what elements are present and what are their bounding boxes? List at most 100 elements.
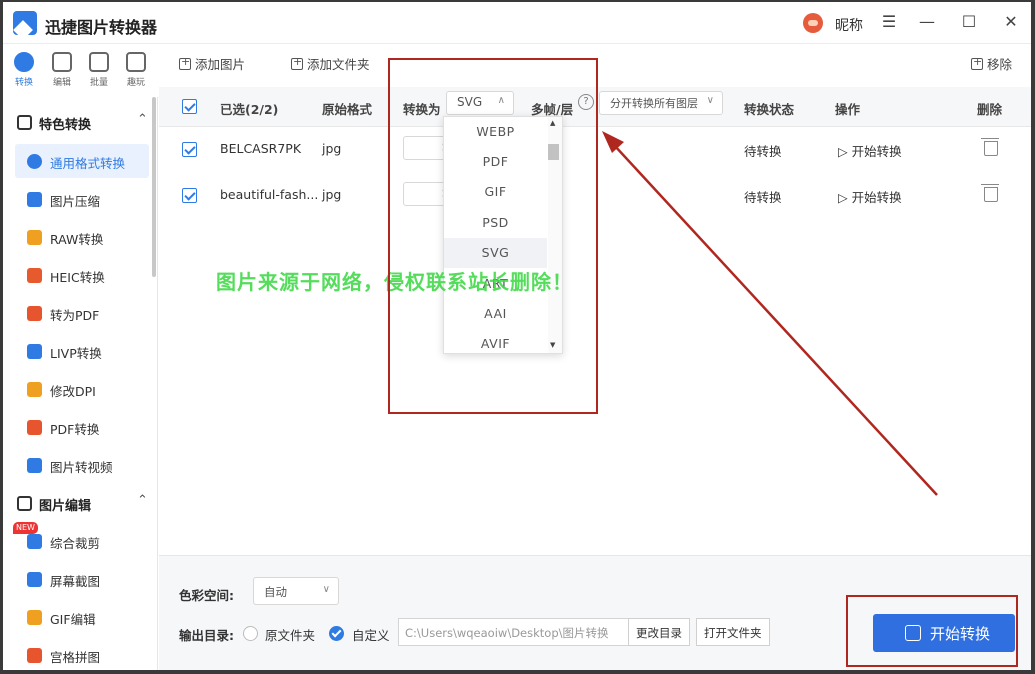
play-icon: ▷ — [838, 144, 852, 159]
gif-icon — [27, 610, 42, 625]
title-bar: 迅捷图片转换器 昵称 ☰ — ☐ ✕ — [3, 2, 1031, 44]
section-label: 特色转换 — [39, 118, 92, 133]
section-label: 图片编辑 — [39, 499, 92, 514]
sidebar-item-label: PDF转换 — [50, 422, 100, 437]
select-all-checkbox[interactable] — [182, 99, 197, 114]
header-orig-format: 原始格式 — [322, 102, 373, 117]
section-feature-convert[interactable]: 特色转换 ⌃ — [17, 112, 148, 134]
sidebar-item-label: HEIC转换 — [50, 270, 105, 285]
sidebar-item-gif[interactable]: GIF编辑 — [15, 600, 149, 634]
custom-folder-radio[interactable] — [329, 626, 344, 641]
color-space-select[interactable]: 自动 ∨ — [253, 577, 339, 605]
sidebar-item-screenshot[interactable]: 屏幕截图 — [15, 562, 149, 596]
sidebar-scrollbar[interactable] — [152, 97, 156, 277]
sidebar-item-to-pdf[interactable]: 转为PDF — [15, 296, 149, 330]
header-status: 转换状态 — [744, 102, 795, 117]
header-delete: 删除 — [977, 102, 1003, 117]
nickname[interactable]: 昵称 — [835, 15, 863, 35]
row-checkbox[interactable] — [182, 142, 197, 157]
edit-icon — [52, 52, 72, 72]
app-title: 迅捷图片转换器 — [45, 18, 158, 37]
add-folder-button[interactable]: 添加文件夹 — [291, 54, 370, 73]
header-action: 操作 — [835, 102, 861, 117]
sidebar-item-label: 通用格式转换 — [50, 156, 126, 171]
add-icon — [179, 55, 191, 70]
tab-convert-label: 转换 — [14, 78, 33, 88]
menu-icon[interactable]: ☰ — [879, 12, 899, 32]
sidebar-item-label: 转为PDF — [50, 308, 100, 323]
sidebar-item-label: 综合裁剪 — [50, 536, 101, 551]
pdf-convert-icon — [27, 420, 42, 435]
pdf-icon — [27, 306, 42, 321]
original-folder-radio[interactable] — [243, 626, 258, 641]
tab-edit[interactable]: 编辑 — [45, 52, 79, 88]
annotation-box-convert — [846, 595, 1018, 667]
sidebar-item-to-video[interactable]: 图片转视频 — [15, 448, 149, 482]
remove-label: 移除 — [987, 57, 1013, 72]
chevron-up-icon[interactable]: ⌃ — [137, 112, 148, 127]
header-selected: 已选(2/2) — [220, 102, 279, 117]
livp-icon — [27, 344, 42, 359]
minimize-icon[interactable]: — — [917, 12, 937, 32]
sidebar-item-compress[interactable]: 图片压缩 — [15, 182, 149, 216]
sidebar-item-label: GIF编辑 — [50, 612, 96, 627]
section-image-edit[interactable]: 图片编辑 ⌃ — [17, 493, 148, 515]
sidebar-item-label: LIVP转换 — [50, 346, 102, 361]
batch-icon — [89, 52, 109, 72]
color-space-label: 色彩空间: — [179, 588, 234, 603]
row-start-button[interactable]: ▷ 开始转换 — [838, 141, 902, 160]
file-format: jpg — [322, 141, 342, 156]
avatar[interactable] — [803, 13, 823, 33]
feature-convert-icon — [17, 115, 32, 130]
output-dir-label: 输出目录: — [179, 628, 234, 643]
sidebar-item-raw[interactable]: RAW转换 — [15, 220, 149, 254]
row-delete-icon[interactable] — [981, 138, 999, 156]
maximize-icon[interactable]: ☐ — [959, 12, 979, 32]
original-folder-label[interactable]: 原文件夹 — [265, 625, 315, 644]
open-folder-button[interactable]: 打开文件夹 — [696, 618, 770, 646]
row-delete-icon[interactable] — [981, 184, 999, 202]
output-path-field[interactable]: C:\Users\wqeaoiw\Desktop\图片转换 — [398, 618, 632, 646]
multiframe-select[interactable]: 分开转换所有图层 ∨ — [599, 91, 723, 115]
trash-icon — [971, 55, 983, 70]
custom-folder-label[interactable]: 自定义 — [352, 625, 390, 644]
sidebar-item-heic[interactable]: HEIC转换 — [15, 258, 149, 292]
tab-fun[interactable]: 趣玩 — [119, 52, 153, 88]
sidebar-item-dpi[interactable]: 修改DPI — [15, 372, 149, 406]
sidebar-item-label: RAW转换 — [50, 232, 104, 247]
sidebar-item-pdf-convert[interactable]: PDF转换 — [15, 410, 149, 444]
play-icon: ▷ — [838, 190, 852, 205]
sidebar-item-label: 图片压缩 — [50, 194, 101, 209]
sidebar-item-label: 图片转视频 — [50, 460, 113, 475]
tab-batch-label: 批量 — [89, 78, 108, 88]
close-icon[interactable]: ✕ — [1001, 12, 1021, 32]
add-image-label: 添加图片 — [195, 57, 246, 72]
remove-button[interactable]: 移除 — [971, 54, 1012, 73]
color-space-value: 自动 — [264, 585, 287, 599]
add-folder-icon — [291, 55, 303, 70]
sidebar-item-format-convert[interactable]: 通用格式转换 — [15, 144, 149, 178]
file-format: jpg — [322, 187, 342, 202]
file-name: BELCASR7PK — [220, 141, 302, 156]
tab-batch[interactable]: 批量 — [82, 52, 116, 88]
sidebar-item-label: 修改DPI — [50, 384, 96, 399]
change-dir-button[interactable]: 更改目录 — [628, 618, 690, 646]
raw-icon — [27, 230, 42, 245]
multiframe-value: 分开转换所有图层 — [610, 97, 698, 110]
format-icon — [27, 154, 42, 169]
add-image-button[interactable]: 添加图片 — [179, 54, 245, 73]
chevron-up-icon[interactable]: ⌃ — [137, 493, 148, 508]
row-start-button[interactable]: ▷ 开始转换 — [838, 187, 902, 206]
video-icon — [27, 458, 42, 473]
row-checkbox[interactable] — [182, 188, 197, 203]
sidebar-item-label: 宫格拼图 — [50, 650, 101, 665]
annotation-box-format — [388, 58, 598, 414]
heic-icon — [27, 268, 42, 283]
convert-icon — [14, 52, 34, 72]
sidebar-item-livp[interactable]: LIVP转换 — [15, 334, 149, 368]
sidebar-item-crop[interactable]: 综合裁剪 — [15, 524, 149, 558]
sidebar-item-grid[interactable]: 宫格拼图 — [15, 638, 149, 670]
row-start-label: 开始转换 — [851, 144, 902, 159]
tab-convert[interactable]: 转换 — [7, 52, 41, 88]
chevron-down-icon: ∨ — [322, 584, 330, 595]
